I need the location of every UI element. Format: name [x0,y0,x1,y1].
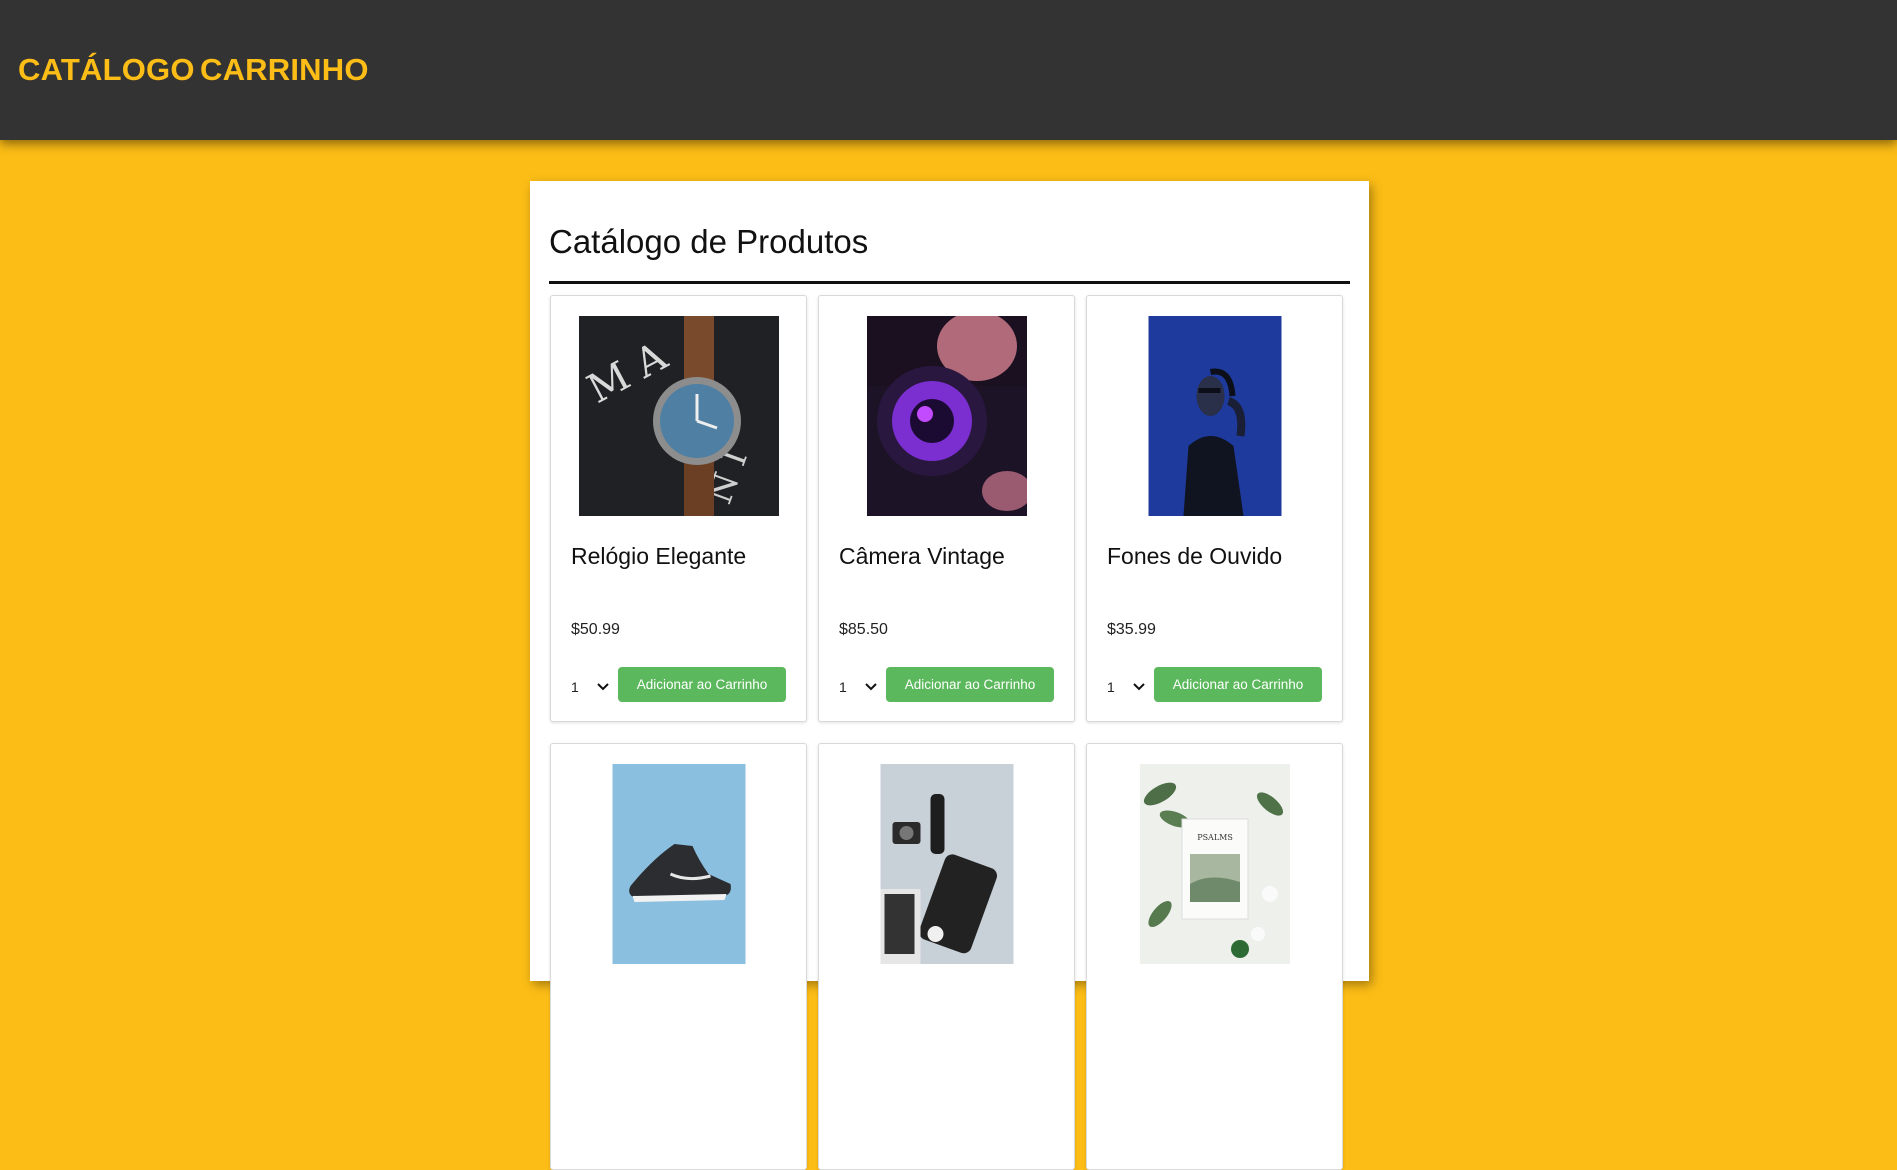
product-name: Fones de Ouvido [1107,543,1283,569]
svg-text:PSALMS: PSALMS [1197,833,1233,842]
product-price: $85.50 [839,621,888,638]
product-name: Relógio Elegante [571,543,747,569]
page-title: Catálogo de Produtos [549,223,869,260]
product-image-headphones[interactable] [1148,316,1281,516]
product-card: M A N I Relógio Elegante $50.99 1 Adicio… [550,295,807,722]
title-divider [549,281,1350,284]
nav-cart-link[interactable]: CARRINHO [200,52,369,88]
nav-catalog-link[interactable]: CATÁLOGO [18,52,195,88]
product-name: Câmera Vintage [839,543,1005,569]
product-price: $50.99 [571,621,620,638]
quantity-value: 1 [839,679,847,695]
product-image-psalms-book[interactable]: PSALMS [1139,764,1290,964]
quantity-value: 1 [571,679,579,695]
catalog-panel: Catálogo de Produtos M A N I Relógio Ele… [530,181,1369,1170]
product-card: PSALMS [1086,743,1343,1170]
product-price: $35.99 [1107,621,1156,638]
product-image-wristwatch[interactable]: M A N I [578,316,779,516]
product-image-camera[interactable] [866,316,1027,516]
product-card [550,743,807,1170]
add-to-cart-button[interactable]: Adicionar ao Carrinho [618,667,786,702]
add-to-cart-button[interactable]: Adicionar ao Carrinho [886,667,1054,702]
product-card [818,743,1075,1170]
quantity-select[interactable]: 1 [839,671,877,703]
chevron-down-icon [1133,683,1145,691]
product-card: Fones de Ouvido $35.99 1 Adicionar ao Ca… [1086,295,1343,722]
chevron-down-icon [865,683,877,691]
add-to-cart-button[interactable]: Adicionar ao Carrinho [1154,667,1322,702]
chevron-down-icon [597,683,609,691]
product-image-sneaker[interactable] [612,764,745,964]
quantity-select[interactable]: 1 [1107,671,1145,703]
quantity-value: 1 [1107,679,1115,695]
product-card: Câmera Vintage $85.50 1 Adicionar ao Car… [818,295,1075,722]
product-image-desk-gadgets[interactable] [880,764,1013,964]
top-navbar: CATÁLOGO CARRINHO [0,0,1897,140]
quantity-select[interactable]: 1 [571,671,609,703]
